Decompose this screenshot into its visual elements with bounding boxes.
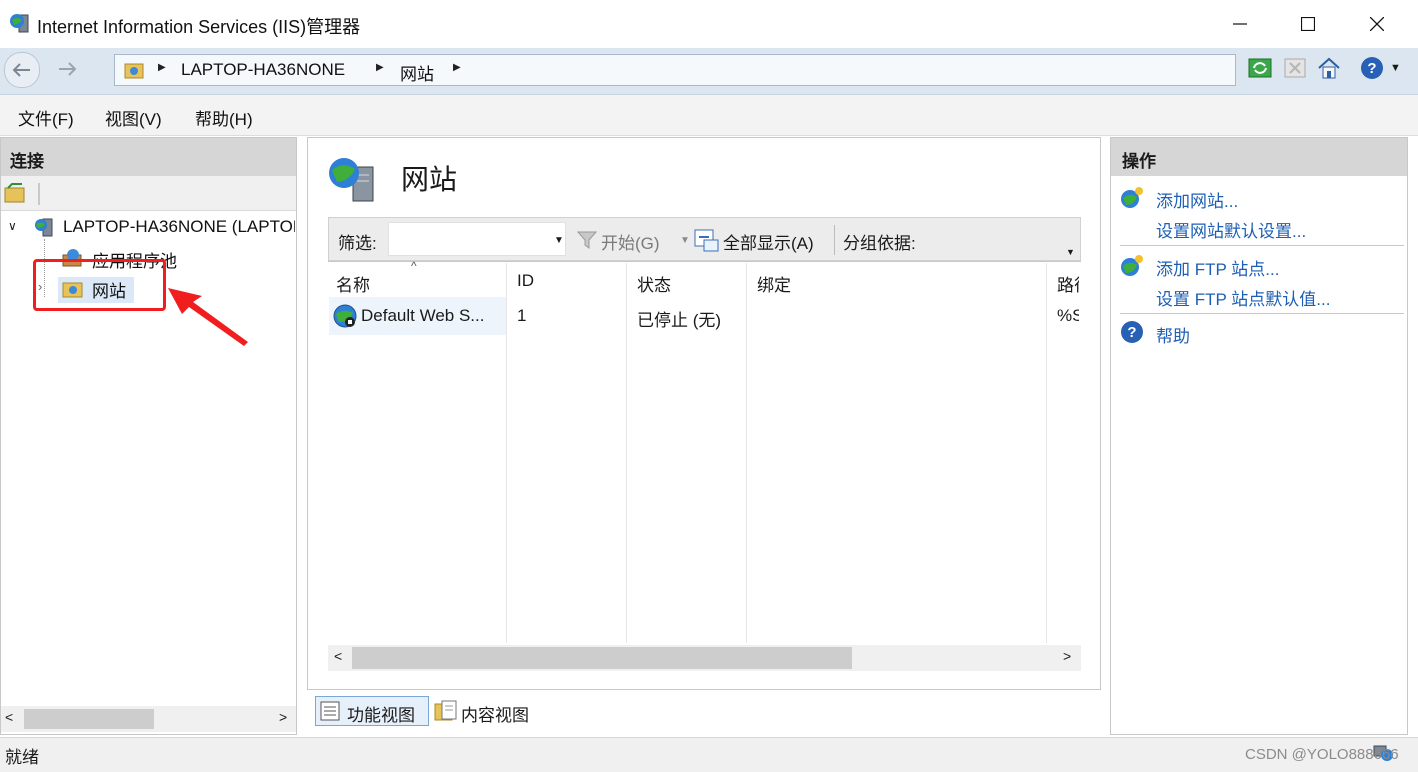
iis-app-icon xyxy=(8,11,32,35)
svg-text:?: ? xyxy=(1367,60,1376,77)
scrollbar-thumb[interactable] xyxy=(24,709,154,729)
breadcrumb-sites[interactable]: 网站 xyxy=(400,60,434,85)
show-all-icon xyxy=(694,228,720,257)
site-id-cell: 1 xyxy=(517,306,527,325)
sort-ascending-icon[interactable]: ^ xyxy=(411,259,417,273)
annotation-arrow xyxy=(168,288,248,346)
status-bar xyxy=(0,737,1418,772)
toolbar-divider xyxy=(834,225,835,255)
window-title: Internet Information Services (IIS)管理器 xyxy=(37,17,361,37)
dropdown-arrow-icon[interactable]: ▼ xyxy=(554,235,564,246)
toolbar-divider xyxy=(38,183,40,205)
features-view-icon xyxy=(320,701,340,726)
help-link[interactable]: 帮助 xyxy=(1156,322,1190,347)
highlight-annotation-box xyxy=(33,259,166,311)
column-header-path[interactable]: 路径 xyxy=(1057,271,1079,296)
menu-help[interactable]: 帮助(H) xyxy=(195,105,253,130)
column-separator xyxy=(746,263,747,643)
minimize-button[interactable] xyxy=(1205,0,1275,48)
filter-label: 筛选: xyxy=(338,234,377,253)
watermark: CSDN @YOLO888666 xyxy=(1245,746,1399,763)
connections-header xyxy=(1,138,296,176)
status-text: 就绪 xyxy=(5,748,39,767)
connections-toolbar xyxy=(1,176,296,211)
scroll-left-icon[interactable]: < xyxy=(5,709,13,725)
menu-view[interactable]: 视图(V) xyxy=(105,105,162,130)
column-header-id[interactable]: ID xyxy=(517,271,534,291)
add-ftp-globe-icon xyxy=(1120,254,1144,283)
add-ftp-link[interactable]: 添加 FTP 站点... xyxy=(1156,255,1279,280)
close-button[interactable] xyxy=(1342,0,1412,48)
page-title: 网站 xyxy=(401,164,458,195)
chevron-down-icon[interactable]: ∨ xyxy=(8,219,17,233)
content-view-icon xyxy=(434,699,458,728)
scrollbar-thumb[interactable] xyxy=(352,647,852,669)
chevron-right-icon[interactable]: ▶ xyxy=(376,62,384,73)
help-icon[interactable]: ? xyxy=(1360,56,1384,80)
actions-divider xyxy=(1120,245,1404,246)
help-icon: ? xyxy=(1120,320,1144,349)
add-site-link[interactable]: 添加网站... xyxy=(1156,187,1238,212)
site-path-cell: %S xyxy=(1057,306,1079,325)
column-header-name[interactable]: 名称 xyxy=(336,271,370,296)
stop-icon[interactable] xyxy=(1283,56,1307,80)
group-by-label: 分组依据: xyxy=(843,234,916,253)
site-defaults-link[interactable]: 设置网站默认设置... xyxy=(1156,217,1306,242)
dropdown-arrow-icon[interactable]: ▼ xyxy=(680,235,690,246)
stopped-site-globe-icon xyxy=(333,304,357,333)
menu-file[interactable]: 文件(F) xyxy=(18,105,74,130)
filter-input[interactable] xyxy=(388,222,566,256)
scroll-right-icon[interactable]: > xyxy=(279,709,287,725)
forward-arrow-icon[interactable] xyxy=(50,52,84,86)
overflow-chevron-icon[interactable]: ▼ xyxy=(1066,247,1075,257)
back-arrow-icon[interactable] xyxy=(4,52,40,88)
svg-text:?: ? xyxy=(1127,324,1136,341)
column-separator xyxy=(506,263,507,643)
column-header-status[interactable]: 状态 xyxy=(637,271,671,296)
features-view-label[interactable]: 功能视图 xyxy=(347,701,415,726)
site-status-cell: 已停止 (无) xyxy=(637,311,722,330)
funnel-icon xyxy=(576,230,598,255)
connect-icon[interactable] xyxy=(4,183,26,208)
chevron-right-icon[interactable]: ▶ xyxy=(158,62,166,73)
table-header-rule xyxy=(328,261,1081,262)
add-site-globe-icon xyxy=(1120,186,1144,215)
actions-title: 操作 xyxy=(1122,152,1156,171)
content-view-tab[interactable]: 内容视图 xyxy=(461,701,529,726)
refresh-icon[interactable] xyxy=(1248,56,1272,80)
chevron-right-icon[interactable]: ▶ xyxy=(453,62,461,73)
tree-server-node[interactable]: LAPTOP-HA36NONE (LAPTOP xyxy=(63,217,295,237)
column-separator xyxy=(626,263,627,643)
maximize-button[interactable] xyxy=(1273,0,1343,48)
ftp-defaults-link[interactable]: 设置 FTP 站点默认值... xyxy=(1156,285,1330,310)
column-separator xyxy=(1046,263,1047,643)
column-header-binding[interactable]: 绑定 xyxy=(757,271,791,296)
actions-divider xyxy=(1120,313,1404,314)
connections-title: 连接 xyxy=(10,152,44,171)
home-icon[interactable] xyxy=(1317,56,1341,80)
site-name-cell[interactable]: Default Web S... xyxy=(361,306,484,326)
scroll-right-icon[interactable]: > xyxy=(1063,648,1071,664)
sites-globe-server-icon xyxy=(327,155,377,208)
show-all-button[interactable]: 全部显示(A) xyxy=(723,229,814,254)
start-filter-button[interactable]: 开始(G) xyxy=(601,229,660,254)
scroll-left-icon[interactable]: < xyxy=(334,648,342,664)
breadcrumb-server[interactable]: LAPTOP-HA36NONE xyxy=(181,60,345,80)
folder-globe-icon xyxy=(124,60,144,80)
chevron-down-icon[interactable]: ▼ xyxy=(1390,62,1401,74)
